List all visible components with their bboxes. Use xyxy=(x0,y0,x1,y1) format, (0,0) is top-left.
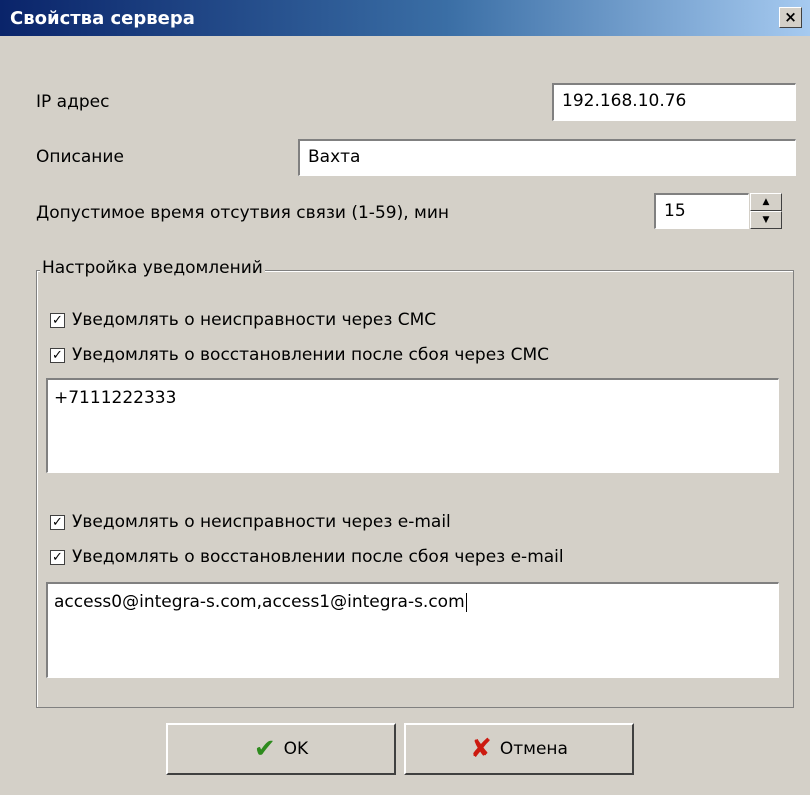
sms-restore-checkbox[interactable]: ✓ xyxy=(50,347,65,363)
sms-fault-checkbox[interactable]: ✓ xyxy=(50,312,65,328)
check-icon: ✓ xyxy=(52,549,63,565)
email-fault-checkbox-row[interactable]: ✓ Уведомлять о неисправности через e-mai… xyxy=(50,512,451,532)
description-label: Описание xyxy=(36,147,124,167)
email-restore-checkbox[interactable]: ✓ xyxy=(50,549,65,565)
cancel-label: Отмена xyxy=(499,739,568,759)
email-restore-label: Уведомлять о восстановлении после сбоя ч… xyxy=(72,547,564,567)
emails-textarea[interactable]: access0@integra-s.com,access1@integra-s.… xyxy=(46,582,779,678)
check-icon: ✓ xyxy=(52,312,63,328)
sms-restore-checkbox-row[interactable]: ✓ Уведомлять о восстановлении после сбоя… xyxy=(50,345,549,365)
arrow-up-icon: ▲ xyxy=(762,196,770,207)
checkmark-icon: ✔ xyxy=(253,734,276,764)
sms-numbers-text: +7111222333 xyxy=(54,388,177,408)
arrow-down-icon: ▼ xyxy=(762,214,770,225)
sms-restore-label: Уведомлять о восстановлении после сбоя ч… xyxy=(72,345,550,365)
check-icon: ✓ xyxy=(52,514,63,530)
sms-numbers-textarea[interactable]: +7111222333 xyxy=(46,378,779,473)
spin-up-button[interactable]: ▲ xyxy=(750,193,782,211)
email-fault-label: Уведомлять о неисправности через e-mail xyxy=(72,512,451,532)
notifications-group-title: Настройка уведомлений xyxy=(40,258,265,278)
window-title: Свойства сервера xyxy=(10,8,195,29)
close-icon: × xyxy=(784,8,797,26)
check-icon: ✓ xyxy=(52,347,63,363)
timeout-spinner[interactable]: ▲ ▼ xyxy=(750,193,782,229)
description-input[interactable]: Вахта xyxy=(298,139,796,176)
sms-fault-label: Уведомлять о неисправности через СМС xyxy=(72,310,437,330)
email-restore-checkbox-row[interactable]: ✓ Уведомлять о восстановлении после сбоя… xyxy=(50,547,564,567)
email-fault-checkbox[interactable]: ✓ xyxy=(50,514,65,530)
ip-input[interactable]: 192.168.10.76 xyxy=(552,83,796,121)
spin-down-button[interactable]: ▼ xyxy=(750,211,782,229)
timeout-input[interactable]: 15 xyxy=(654,193,749,229)
ok-button[interactable]: ✔ OK xyxy=(166,723,396,775)
emails-text: access0@integra-s.com,access1@integra-s.… xyxy=(54,592,465,612)
sms-fault-checkbox-row[interactable]: ✓ Уведомлять о неисправности через СМС xyxy=(50,310,436,330)
cancel-button[interactable]: ✘ Отмена xyxy=(404,723,634,775)
timeout-label: Допустимое время отсутвия связи (1-59), … xyxy=(36,203,450,223)
text-caret xyxy=(465,592,467,612)
ok-label: OK xyxy=(283,739,309,759)
title-bar[interactable]: Свойства сервера × xyxy=(0,0,810,36)
cross-icon: ✘ xyxy=(470,734,492,764)
close-button[interactable]: × xyxy=(779,7,802,28)
ip-label: IP адрес xyxy=(36,92,110,112)
